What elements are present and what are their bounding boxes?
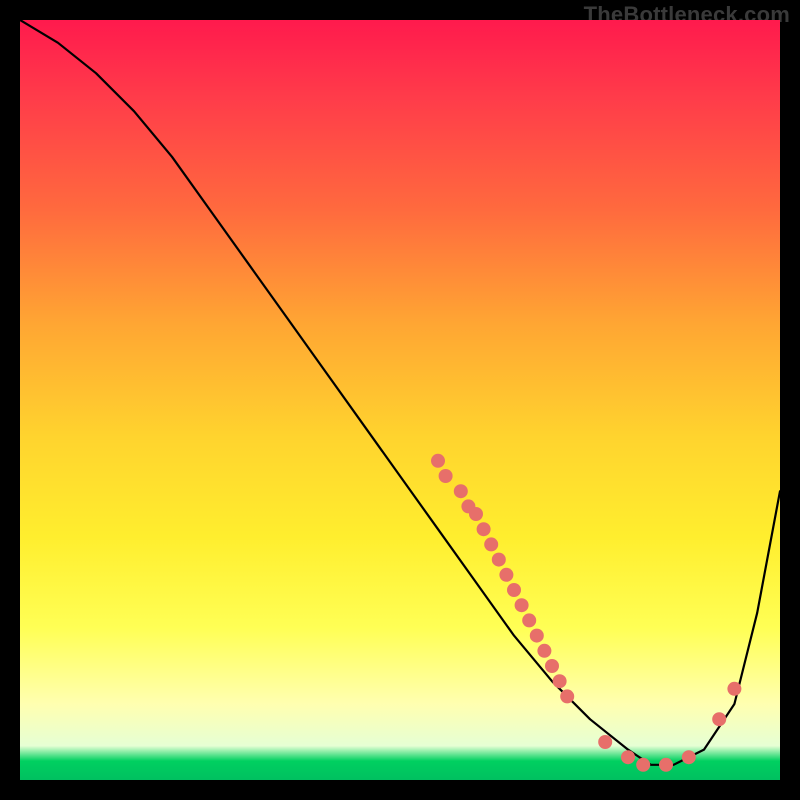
curve-marker (659, 758, 673, 772)
bottleneck-curve-path (20, 20, 780, 765)
curve-marker (522, 613, 536, 627)
curve-marker (560, 689, 574, 703)
curve-marker (515, 598, 529, 612)
curve-marker (484, 537, 498, 551)
curve-marker (499, 568, 513, 582)
plot-area (20, 20, 780, 780)
curve-marker (682, 750, 696, 764)
curve-marker (477, 522, 491, 536)
curve-marker (598, 735, 612, 749)
bottleneck-curve-svg (20, 20, 780, 780)
curve-marker (431, 454, 445, 468)
curve-marker (469, 507, 483, 521)
curve-marker (712, 712, 726, 726)
curve-marker (537, 644, 551, 658)
curve-marker (621, 750, 635, 764)
curve-marker (530, 629, 544, 643)
curve-marker (454, 484, 468, 498)
curve-marker (507, 583, 521, 597)
curve-marker (439, 469, 453, 483)
curve-marker (553, 674, 567, 688)
curve-marker (636, 758, 650, 772)
curve-marker (492, 553, 506, 567)
curve-marker (727, 682, 741, 696)
curve-marker (545, 659, 559, 673)
chart-container: TheBottleneck.com (0, 0, 800, 800)
